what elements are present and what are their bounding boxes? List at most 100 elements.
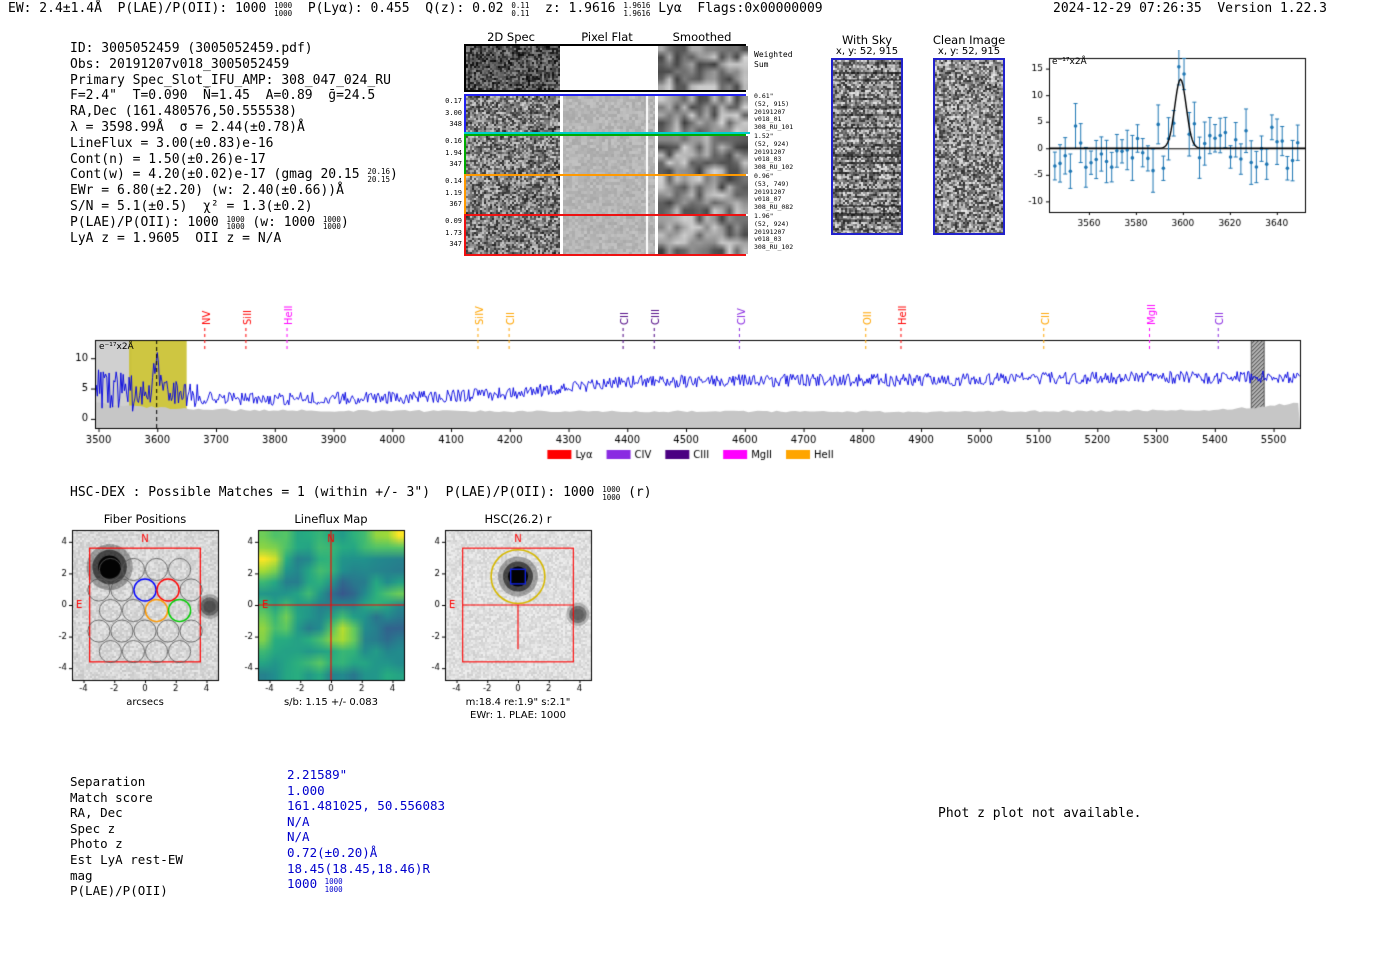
match-table-keys: Separation Match score RA, Dec Spec z Photo …	[70, 774, 183, 899]
fit-units-annotation: e⁻¹⁷x2Å	[1052, 57, 1087, 67]
text-segment: Cont(n) = 1.50(±0.26)e-17	[70, 151, 266, 167]
fiber-weight-values: 0.17 3.00 348	[445, 97, 462, 128]
match-value: 161.481025, 50.556083	[287, 798, 445, 814]
clean-coords: x, y: 52, 915	[937, 46, 1001, 57]
hsc-xlabel2: EWr: 1. PLAE: 1000	[470, 710, 566, 721]
detection-info-block: ID: 3005052459 (3005052459.pdf) Obs: 2019…	[70, 41, 398, 247]
fiber-weight-values: 0.09 1.73 347	[445, 217, 462, 248]
match-value: 18.45(18.45,18.46)R	[287, 861, 445, 877]
text-segment: ID: 3005052459 (3005052459.pdf)	[70, 41, 313, 56]
text-segment: 161.481025, 50.556083	[287, 798, 446, 814]
hsc-cutout-plot	[423, 527, 613, 695]
match-key: P(LAE)/P(OII)	[70, 883, 168, 899]
match-key: Est LyA rest-EW	[70, 851, 183, 867]
lineflux-xlabel: s/b: 1.15 +/- 0.083	[283, 697, 379, 708]
header-summary: EW: 2.4±1.4Å P(LAE)/P(OII): 1000 1000 100…	[8, 1, 823, 17]
smoothed-image	[658, 136, 748, 174]
spec2d-image	[466, 96, 560, 134]
text-segment: Primary Spec_Slot_IFU_AMP: 308_047_024_R…	[70, 72, 391, 88]
stacked-fraction: 1000 1000	[226, 214, 245, 232]
text-segment: 1.000	[287, 782, 325, 798]
info-line: ID: 3005052459 (3005052459.pdf)	[70, 41, 398, 57]
info-line: Obs: 20191207v018_3005052459	[70, 57, 398, 73]
info-line: LineFlux = 3.00(±0.83)e-16	[70, 136, 398, 152]
info-line: P(LAE)/P(OII): 1000 1000 1000 (w: 1000 10…	[70, 215, 398, 231]
fiber-id-labels: 0.96" (53, 749) 20191207 v018_07 308_RU_…	[754, 172, 794, 212]
text-segment: HSC-DEX : Possible Matches = 1 (within +…	[70, 485, 603, 500]
spec2d-weighted-sum-row	[464, 44, 748, 92]
hsc-dex-match-line: HSC-DEX : Possible Matches = 1 (within +…	[70, 485, 652, 501]
info-line: Primary Spec_Slot_IFU_AMP: 308_047_024_R…	[70, 73, 398, 89]
spec2d-image	[466, 176, 560, 214]
fiber-positions-title: Fiber Positions	[103, 512, 187, 526]
withsky-coords: x, y: 52, 915	[835, 46, 899, 57]
text-segment: )	[340, 214, 349, 230]
fiber-xlabel: arcsecs	[126, 697, 164, 708]
spec2d-fiber-row	[464, 134, 748, 176]
pixelflat-image	[563, 136, 655, 174]
smoothed-image	[658, 216, 748, 254]
text-segment: N/A	[287, 813, 310, 829]
spectrum-units-annotation: e⁻¹⁷x2Å	[99, 342, 134, 352]
spec2d-image	[466, 136, 560, 174]
fiber-weight-values: 0.16 1.94 347	[445, 137, 462, 168]
text-segment: 1000	[287, 876, 325, 892]
text-segment: P(LAE)/P(OII): 1000	[70, 214, 227, 230]
text-segment: (w: 1000	[244, 214, 323, 230]
text-segment: P(Lyα): 0.455 Q(z): 0.02	[292, 1, 512, 16]
match-value: N/A	[287, 829, 445, 845]
match-table-values: 2.21589" 1.000 161.481025, 50.556083 N/A N/A…	[287, 767, 445, 893]
stacked-fraction: 1.9616 1.9616	[623, 1, 651, 18]
line-fit-plot	[1015, 50, 1315, 240]
text-segment: LineFlux = 3.00(±0.83)e-16	[70, 135, 274, 151]
col-title-smoothed: Smoothed	[672, 30, 732, 44]
match-value: 1.000	[287, 783, 445, 799]
info-line: EWr = 6.80(±2.20) (w: 2.40(±0.66))Å	[70, 183, 398, 199]
weighted-sum-label: Weighted Sum	[754, 50, 793, 69]
info-line: RA,Dec (161.480576,50.555538)	[70, 104, 398, 120]
stacked-fraction: 20.16 20.15	[367, 167, 390, 184]
cyan-marker-line	[464, 132, 750, 134]
smoothed-image	[658, 46, 748, 90]
fiber-weight-values: 0.14 1.19 367	[445, 177, 462, 208]
pixelflat-image	[563, 216, 655, 254]
text-segment: N/A	[287, 829, 310, 845]
withsky-title: With Sky	[841, 33, 893, 47]
col-title-2dspec: 2D Spec	[487, 30, 535, 44]
text-segment: F=2.4" T=0.090 N̄=1.45 A=0.89 ḡ=24.5	[70, 88, 376, 104]
text-segment: Lyα Flags:0x00000009	[650, 1, 823, 16]
match-value: 1000 1000 1000	[287, 876, 445, 893]
info-line: Cont(w) = 4.20(±0.02)e-17 (gmag 20.15 20…	[70, 167, 398, 183]
text-segment: EWr = 6.80(±2.20) (w: 2.40(±0.66))Å	[70, 183, 344, 199]
text-segment: )	[390, 167, 398, 183]
hsc-xlabel: m:18.4 re:1.9" s:2.1"	[465, 697, 571, 708]
text-segment: EW: 2.4±1.4Å P(LAE)/P(OII): 1000	[8, 1, 275, 16]
stacked-fraction: 0.11 0.11	[511, 1, 530, 18]
pixelflat-image	[563, 46, 655, 90]
text-segment: LyA z = 1.9605 OII z = N/A	[70, 230, 282, 246]
pixelflat-image	[563, 176, 655, 214]
text-segment: 18.45(18.45,18.46)R	[287, 860, 430, 876]
text-segment: λ = 3598.99Å σ = 2.44(±0.78)Å	[70, 119, 305, 135]
smoothed-image	[658, 96, 748, 134]
clean-image	[933, 58, 1005, 235]
text-segment: (r)	[620, 485, 652, 500]
fiber-id-labels: 1.52" (52, 924) 20191207 v018_03 308_RU_…	[754, 132, 794, 172]
lineflux-map-title: Lineflux Map	[294, 512, 368, 526]
info-line: λ = 3598.99Å σ = 2.44(±0.78)Å	[70, 120, 398, 136]
photz-note: Phot z plot not available.	[938, 806, 1142, 821]
text-segment: RA,Dec (161.480576,50.555538)	[70, 104, 297, 120]
lineflux-map-plot	[236, 527, 426, 695]
stacked-fraction: 1000 1000	[602, 485, 621, 502]
match-value: N/A	[287, 814, 445, 830]
fiber-positions-plot	[50, 527, 240, 695]
elixer-detection-report: EW: 2.4±1.4Å P(LAE)/P(OII): 1000 1000 100…	[0, 0, 1400, 953]
text-segment: Cont(w) = 4.20(±0.02)e-17 (gmag 20.15	[70, 167, 368, 183]
match-key: RA, Dec	[70, 805, 123, 821]
header-timestamp-version: 2024-12-29 07:26:35 Version 1.22.3	[1053, 1, 1327, 16]
info-line: LyA z = 1.9605 OII z = N/A	[70, 231, 398, 247]
spec2d-image	[466, 216, 560, 254]
info-line: Cont(n) = 1.50(±0.26)e-17	[70, 152, 398, 168]
text-segment: S/N = 5.1(±0.5) χ² = 1.3(±0.2)	[70, 199, 313, 215]
match-value: 2.21589"	[287, 767, 445, 783]
